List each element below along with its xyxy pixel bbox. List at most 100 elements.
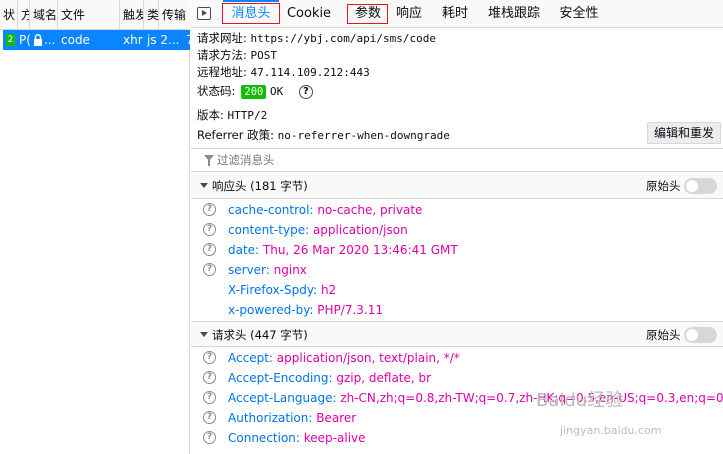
help-icon[interactable]: ?: [203, 263, 216, 276]
chevron-down-icon[interactable]: [200, 183, 208, 188]
header-value: Bearer: [316, 411, 357, 425]
header-value: application/json, text/plain, */*: [276, 351, 460, 365]
request-url-line: 请求网址: https://ybj.com/api/sms/code: [197, 30, 436, 46]
tab-security[interactable]: 安全性: [555, 0, 603, 28]
details-tabbar: 消息头 Cookie 参数 响应 耗时 堆栈跟踪 安全性: [191, 0, 723, 28]
header-value: nginx: [273, 263, 307, 277]
referrer-label: Referrer 政策:: [197, 128, 275, 142]
column-type[interactable]: 类: [144, 0, 159, 30]
filter-headers-bar[interactable]: 过滤消息头: [191, 148, 723, 172]
filter-headers-input[interactable]: 过滤消息头: [217, 149, 275, 171]
header-name: Authorization: Bearer: [228, 411, 357, 425]
header-row[interactable]: X-Firefox-Spdy: h2: [191, 280, 723, 300]
raw-headers-toggle[interactable]: [684, 178, 717, 194]
remote-label: 远程地址:: [197, 65, 247, 79]
column-domain[interactable]: 域名: [30, 0, 58, 30]
column-file[interactable]: 文件: [58, 0, 120, 30]
status-badge: 2: [6, 34, 15, 46]
request-type: js 2...: [147, 33, 180, 47]
help-icon[interactable]: ?: [203, 391, 216, 404]
header-row[interactable]: ? Accept-Language: zh-CN,zh;q=0.8,zh-TW;q…: [191, 388, 723, 408]
method-label: 请求方法:: [197, 48, 247, 62]
help-icon[interactable]: ?: [298, 84, 313, 99]
header-name: Accept: application/json, text/plain, */…: [228, 351, 460, 365]
header-name: server: nginx: [228, 263, 307, 277]
request-method-value: POST: [250, 49, 278, 62]
status-text: OK: [270, 85, 284, 98]
header-row[interactable]: ? content-type: application/json: [191, 220, 723, 240]
header-name: date: Thu, 26 Mar 2020 13:46:41 GMT: [228, 243, 458, 257]
header-value: keep-alive: [303, 431, 366, 445]
filter-icon: [204, 155, 214, 166]
remote-address-line: 远程地址: 47.114.109.212:443: [197, 64, 370, 80]
column-cause[interactable]: 触发: [120, 0, 144, 30]
header-name: content-type: application/json: [228, 223, 408, 237]
header-row[interactable]: ? Accept: application/json, text/plain, *…: [191, 348, 723, 368]
request-details-panel: 消息头 Cookie 参数 响应 耗时 堆栈跟踪 安全性 请求网址: https…: [191, 0, 723, 454]
tab-stack-trace[interactable]: 堆栈跟踪: [483, 0, 545, 28]
raw-headers-label: 原始头: [646, 179, 681, 193]
response-headers-title: 响应头 (181 字节): [212, 179, 308, 193]
header-value: PHP/7.3.11: [317, 303, 384, 317]
header-row[interactable]: ? date: Thu, 26 Mar 2020 13:46:41 GMT: [191, 240, 723, 260]
request-method: P(: [19, 33, 31, 47]
request-method-line: 请求方法: POST: [197, 47, 277, 63]
request-list-panel: 状 方 域名 文件 触发 类 传输 2 P( ... code xhr js 2…: [0, 0, 194, 454]
help-icon[interactable]: ?: [203, 431, 216, 444]
request-domain: ...: [44, 33, 56, 47]
referrer-policy-line: Referrer 政策: no-referrer-when-downgrade: [197, 127, 450, 143]
edit-resend-button[interactable]: 编辑和重发: [647, 122, 721, 144]
header-value: gzip, deflate, br: [336, 371, 432, 385]
request-headers-title: 请求头 (447 字节): [212, 328, 308, 342]
referrer-policy: no-referrer-when-downgrade: [277, 129, 450, 142]
tab-cookie[interactable]: Cookie: [281, 0, 337, 28]
help-icon[interactable]: ?: [203, 203, 216, 216]
url-label: 请求网址:: [197, 31, 247, 45]
request-url: https://ybj.com/api/sms/code: [250, 32, 436, 45]
header-name: Accept-Language: zh-CN,zh;q=0.8,zh-TW;q=…: [228, 388, 723, 408]
status-label: 状态码:: [197, 84, 236, 98]
help-icon[interactable]: ?: [203, 351, 216, 364]
header-row[interactable]: ? server: nginx: [191, 260, 723, 280]
request-row-selected[interactable]: 2 P( ... code xhr js 2... 7: [3, 30, 194, 50]
header-row[interactable]: ? Accept-Encoding: gzip, deflate, br: [191, 368, 723, 388]
request-list-header: 状 方 域名 文件 触发 类 传输: [0, 0, 190, 30]
http-version: HTTP/2: [227, 109, 268, 122]
raw-headers-label: 原始头: [646, 328, 681, 342]
help-icon[interactable]: ?: [203, 371, 216, 384]
chevron-down-icon[interactable]: [200, 332, 208, 337]
response-headers-section[interactable]: 响应头 (181 字节) 原始头: [191, 173, 723, 199]
request-cause: xhr: [123, 33, 143, 47]
column-method[interactable]: 方: [18, 0, 30, 30]
toggle-sidebar-icon[interactable]: [197, 7, 211, 20]
version-line: 版本: HTTP/2: [197, 107, 267, 123]
header-value: zh-CN,zh;q=0.8,zh-TW;q=0.7,zh-HK;q=0.5,e…: [340, 391, 723, 405]
tab-response[interactable]: 响应: [391, 0, 427, 28]
request-headers-section[interactable]: 请求头 (447 字节) 原始头: [191, 321, 723, 347]
tab-timings[interactable]: 耗时: [437, 0, 473, 28]
help-icon[interactable]: ?: [203, 411, 216, 424]
header-name: X-Firefox-Spdy: h2: [228, 283, 337, 297]
header-row[interactable]: x-powered-by: PHP/7.3.11: [191, 300, 723, 320]
version-label: 版本:: [197, 108, 224, 122]
column-status[interactable]: 状: [0, 0, 18, 30]
remote-address: 47.114.109.212:443: [250, 66, 370, 79]
watermark-url: jingyan.baidu.com: [560, 424, 662, 437]
column-transfer[interactable]: 传输: [159, 0, 190, 30]
help-icon[interactable]: ?: [203, 243, 216, 256]
header-name: cache-control: no-cache, private: [228, 203, 423, 217]
lock-icon: [34, 34, 42, 46]
request-file: code: [61, 33, 90, 47]
highlight-box: [347, 4, 388, 24]
watermark-logo: Baidu经验: [536, 390, 624, 411]
header-value: h2: [320, 283, 337, 297]
header-value: no-cache, private: [317, 203, 423, 217]
raw-headers-toggle[interactable]: [684, 327, 717, 343]
header-value: application/json: [312, 223, 408, 237]
header-name: x-powered-by: PHP/7.3.11: [228, 303, 384, 317]
help-icon[interactable]: ?: [203, 223, 216, 236]
header-row[interactable]: ? cache-control: no-cache, private: [191, 200, 723, 220]
header-value: Thu, 26 Mar 2020 13:46:41 GMT: [262, 243, 458, 257]
status-code-line: 状态码: 200 OK ?: [197, 83, 313, 99]
status-code-badge: 200: [241, 85, 267, 99]
